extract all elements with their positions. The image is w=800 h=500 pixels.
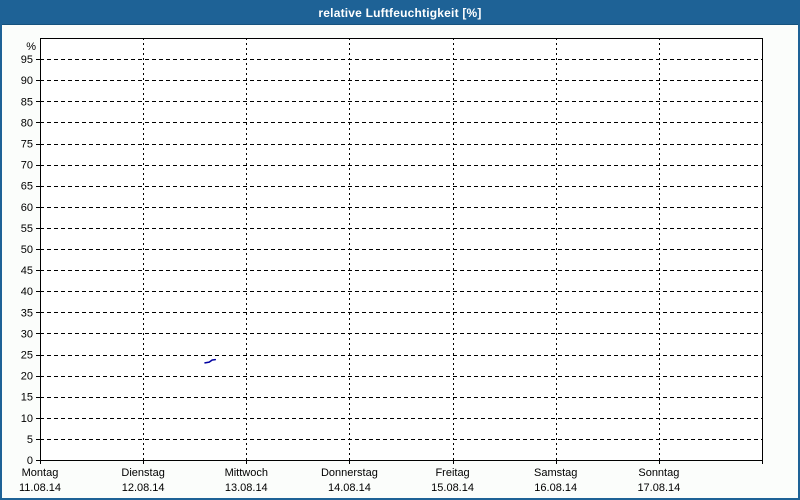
svg-text:65: 65 [21, 181, 33, 193]
svg-text:10: 10 [21, 413, 33, 425]
x-label-date: 16.08.14 [534, 482, 577, 494]
svg-text:45: 45 [21, 265, 33, 277]
svg-text:75: 75 [21, 139, 33, 151]
y-axis-unit-label: % [26, 41, 36, 53]
svg-text:35: 35 [21, 307, 33, 319]
x-axis-labels: Montag 11.08.14 Dienstag 12.08.14 Mittwoch 13… [19, 467, 680, 494]
x-label-date: 17.08.14 [637, 482, 680, 494]
y-axis-labels: 0 5 10 15 20 25 30 35 40 45 50 55 60 65 70 75 80 85 90 95 [21, 54, 33, 467]
svg-text:55: 55 [21, 223, 33, 235]
x-label-date: 12.08.14 [122, 482, 165, 494]
svg-text:70: 70 [21, 160, 33, 172]
title-bar: relative Luftfeuchtigkeit [%] [2, 2, 798, 25]
x-label-day: Donnerstag [321, 467, 378, 479]
x-label-day: Sonntag [638, 467, 679, 479]
svg-text:25: 25 [21, 350, 33, 362]
x-label-date: 13.08.14 [225, 482, 268, 494]
humidity-chart-plot: 0 5 10 15 20 25 30 35 40 45 50 55 60 65 70 75 80 85 90 95% M… [19, 38, 763, 494]
svg-text:80: 80 [21, 117, 33, 129]
svg-text:15: 15 [21, 392, 33, 404]
svg-text:5: 5 [27, 434, 33, 446]
svg-text:0: 0 [27, 455, 33, 467]
svg-text:20: 20 [21, 371, 33, 383]
chart-window: relative Luftfeuchtigkeit [%] 0 5 10 15 20 25… [0, 0, 800, 500]
svg-text:60: 60 [21, 202, 33, 214]
svg-text:40: 40 [21, 286, 33, 298]
svg-text:50: 50 [21, 244, 33, 256]
x-label-date: 11.08.14 [19, 482, 61, 494]
x-label-day: Freitag [435, 467, 469, 479]
svg-text:90: 90 [21, 75, 33, 87]
svg-text:85: 85 [21, 96, 33, 108]
x-label-day: Samstag [534, 467, 577, 479]
x-label-day: Dienstag [121, 467, 164, 479]
x-label-date: 14.08.14 [328, 482, 371, 494]
x-label-day: Montag [22, 467, 59, 479]
svg-text:30: 30 [21, 328, 33, 340]
chart-title: relative Luftfeuchtigkeit [%] [318, 6, 482, 20]
x-label-date: 15.08.14 [431, 482, 474, 494]
svg-text:95: 95 [21, 54, 33, 66]
x-label-day: Mittwoch [225, 467, 268, 479]
